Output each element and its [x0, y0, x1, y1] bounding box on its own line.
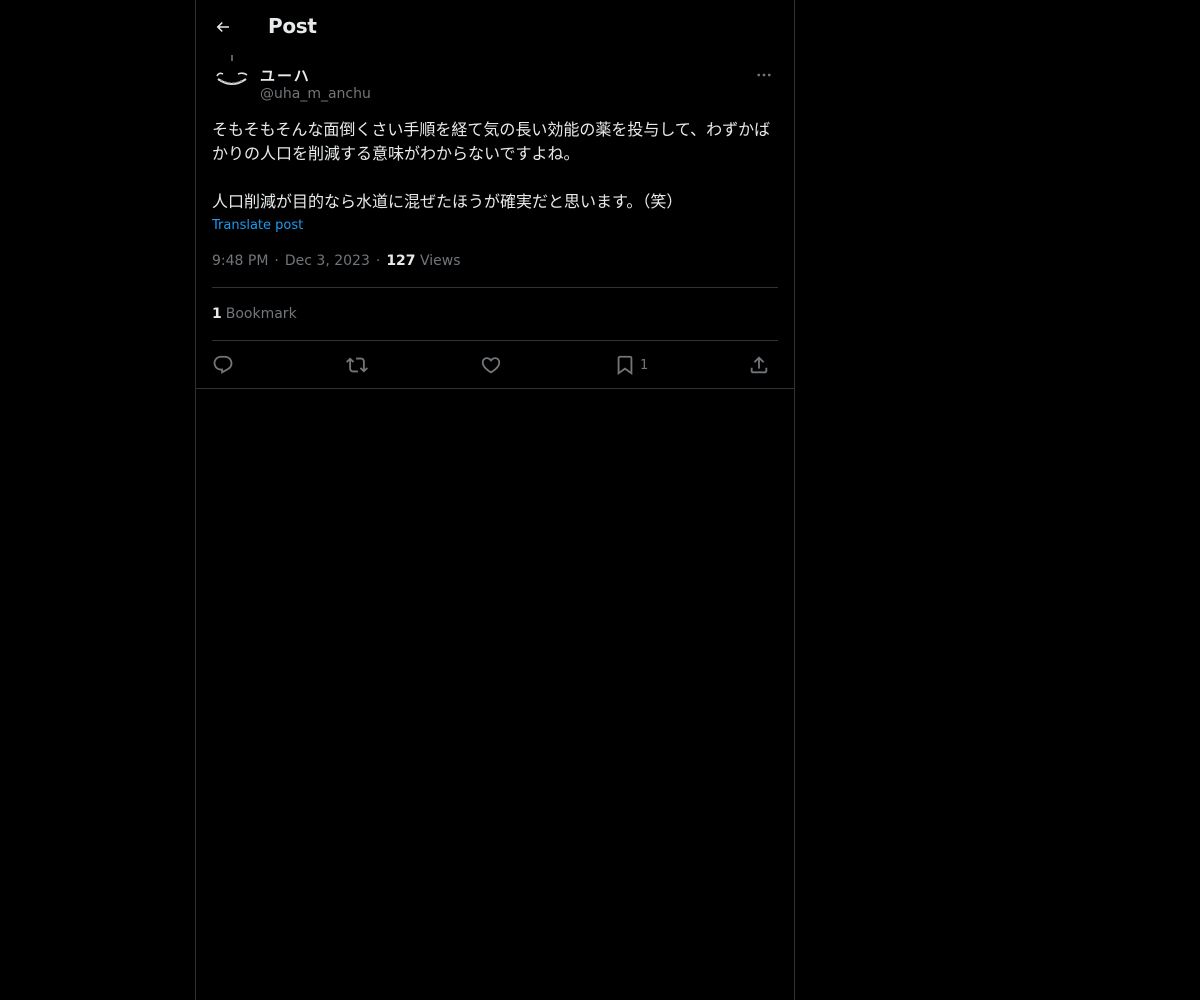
- post-paragraph: 人口削減が目的なら水道に混ぜたほうが確実だと思います。（笑）: [212, 192, 683, 211]
- display-name[interactable]: ユーハ: [260, 65, 311, 86]
- bookmark-icon: [617, 355, 633, 376]
- avatar-image: [212, 53, 252, 95]
- post-bottom-border: [196, 388, 794, 389]
- more-icon: [757, 73, 771, 77]
- post-actions: 1: [212, 342, 778, 388]
- post-author: ユーハ @uha_m_anchu: [212, 53, 778, 107]
- share-icon: [750, 356, 768, 374]
- bookmarks-summary[interactable]: 1 Bookmark: [212, 306, 297, 322]
- repost-button[interactable]: [346, 354, 368, 376]
- views-label: Views: [420, 253, 461, 269]
- share-button[interactable]: [748, 354, 770, 376]
- back-button[interactable]: [208, 12, 238, 42]
- more-options-button[interactable]: [750, 63, 778, 87]
- divider: [212, 287, 778, 288]
- like-button[interactable]: [480, 354, 502, 376]
- reply-button[interactable]: [212, 354, 234, 376]
- user-handle[interactable]: @uha_m_anchu: [260, 86, 371, 102]
- post-text: そもそもそんな面倒くさい手順を経て気の長い効能の薬を投与して、わずかばかりの人口…: [212, 118, 778, 214]
- arrow-left-icon: [216, 21, 229, 33]
- post-time[interactable]: 9:48 PM: [212, 253, 268, 269]
- bookmark-button[interactable]: 1: [614, 354, 648, 376]
- post-header: Post: [196, 0, 794, 53]
- bookmark-action-count: 1: [640, 357, 649, 373]
- heart-icon: [481, 357, 501, 374]
- bookmark-count: 1: [212, 306, 222, 322]
- divider: [212, 340, 778, 341]
- meta-separator: ·: [375, 253, 381, 269]
- bookmark-label: Bookmark: [225, 306, 297, 322]
- meta-separator: ·: [274, 253, 279, 269]
- post-date[interactable]: Dec 3, 2023: [285, 253, 370, 269]
- repost-icon: [346, 357, 368, 373]
- post-paragraph: そもそもそんな面倒くさい手順を経て気の長い効能の薬を投与して、わずかばかりの人口…: [212, 120, 771, 163]
- post-column: Post ユーハ @uha_m_anchu そもそもそんな面倒くさい手順を経て気…: [195, 0, 795, 1000]
- page-title: Post: [268, 14, 317, 38]
- post-meta: 9:48 PM · Dec 3, 2023 · 127 Views: [212, 253, 461, 269]
- reply-icon: [213, 355, 233, 374]
- avatar[interactable]: [212, 53, 252, 95]
- translate-post-link[interactable]: Translate post: [212, 218, 303, 233]
- views-count: 127: [386, 253, 416, 269]
